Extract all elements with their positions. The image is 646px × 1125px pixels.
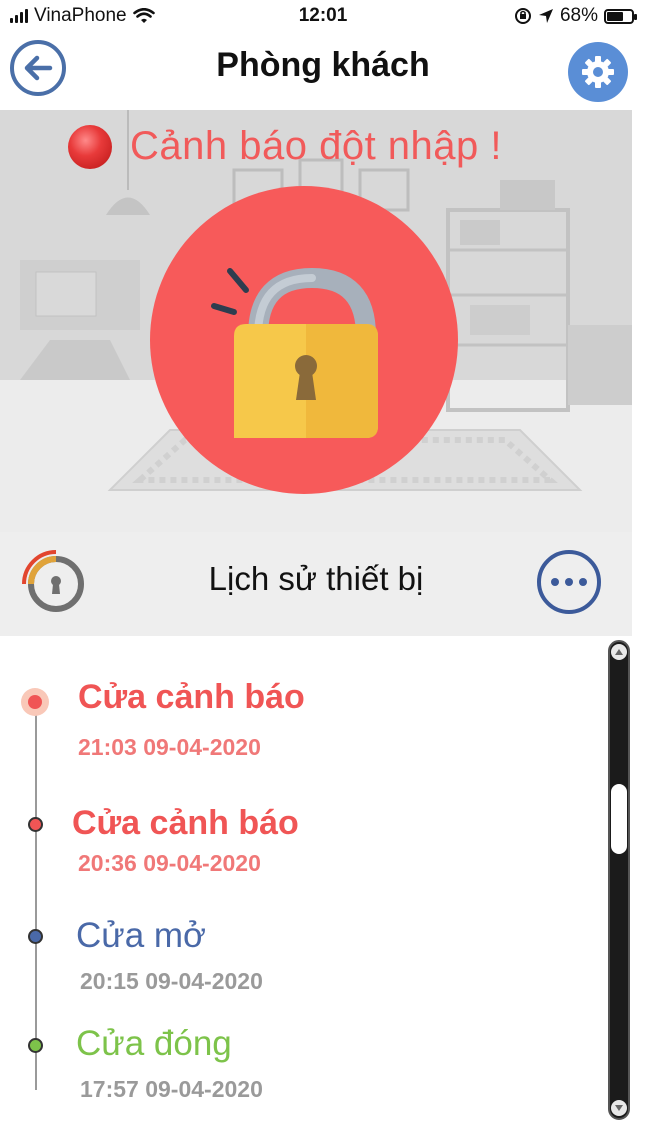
status-bar: VinaPhone 12:01 68%	[0, 0, 646, 34]
history-item-title: Cửa mở	[76, 916, 207, 955]
history-item-title: Cửa cảnh báo	[78, 678, 305, 716]
history-item-time: 20:36 09-04-2020	[78, 850, 261, 876]
history-item-title: Cửa đóng	[76, 1024, 232, 1063]
more-options-button[interactable]	[537, 550, 601, 614]
page-title: Phòng khách	[216, 46, 430, 84]
room-hero: Cảnh báo đột nhập !	[0, 110, 632, 532]
location-icon	[538, 9, 553, 23]
alert-text: Cảnh báo đột nhập !	[130, 124, 503, 168]
orientation-lock-icon	[514, 8, 531, 24]
gear-icon	[582, 56, 614, 88]
battery-icon	[604, 8, 637, 24]
settings-button[interactable]	[568, 42, 628, 102]
battery-percent: 68%	[559, 5, 598, 26]
history-item-time: 20:15 09-04-2020	[80, 968, 263, 994]
scroll-thumb[interactable]	[611, 784, 627, 854]
intrusion-alert: Cảnh báo đột nhập !	[68, 124, 502, 169]
scroll-up-button[interactable]	[611, 644, 627, 660]
triangle-up-icon	[615, 649, 623, 655]
more-horizontal-icon	[551, 578, 559, 586]
alert-indicator-icon	[68, 124, 112, 169]
triangle-down-icon	[615, 1105, 623, 1111]
history-header: Lịch sử thiết bị	[0, 532, 632, 636]
timeline-dot-icon	[28, 929, 43, 944]
scroll-down-button[interactable]	[611, 1100, 627, 1116]
history-item-time: 21:03 09-04-2020	[78, 734, 261, 760]
unlocked-padlock-icon	[211, 267, 378, 438]
timeline-line	[35, 700, 37, 1090]
status-right: 68%	[514, 5, 637, 27]
history-item-time: 17:57 09-04-2020	[80, 1076, 263, 1102]
timeline-dot-inner	[28, 695, 42, 709]
history-item-title: Cửa cảnh báo	[72, 804, 299, 842]
timeline-dot-icon	[28, 817, 43, 832]
history-timeline: Cửa cảnh báo 21:03 09-04-2020 Cửa cảnh b…	[0, 636, 606, 1125]
timeline-dot-icon	[28, 1038, 43, 1053]
lock-status-circle[interactable]	[150, 186, 458, 494]
app-header: Phòng khách	[0, 34, 646, 110]
history-scrollbar[interactable]	[608, 640, 630, 1120]
